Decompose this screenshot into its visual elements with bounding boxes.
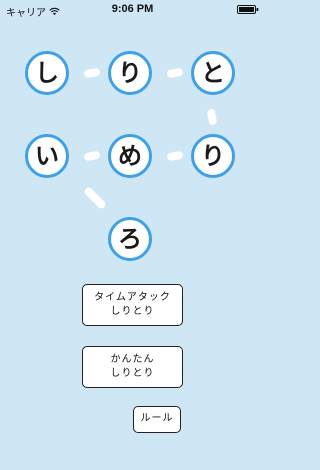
easy-label-line2: しりとり: [110, 368, 155, 379]
tile-to: と: [191, 51, 235, 95]
easy-shiritori-button[interactable]: かんたん しりとり: [82, 346, 183, 388]
connector-5: [83, 150, 101, 162]
easy-label-line1: かんたん: [110, 353, 155, 365]
connector-6: [82, 185, 108, 211]
shiritori-board: し り と い め り ろ: [0, 0, 265, 270]
connector-3: [206, 108, 218, 126]
tile-shi: し: [25, 51, 69, 95]
connector-4: [166, 150, 184, 162]
tile-i: い: [25, 134, 69, 178]
time-attack-label-line2: しりとり: [110, 306, 155, 317]
rules-label: ルール: [140, 413, 174, 425]
connector-2: [166, 67, 184, 79]
connector-1: [83, 67, 101, 79]
tile-me: め: [108, 134, 152, 178]
tile-ro: ろ: [108, 217, 152, 261]
tile-ri-2: り: [191, 134, 235, 178]
rules-button[interactable]: ルール: [133, 406, 181, 433]
time-attack-button[interactable]: タイムアタック しりとり: [82, 284, 183, 326]
tile-ri: り: [108, 51, 152, 95]
time-attack-label-line1: タイムアタック: [94, 291, 171, 303]
